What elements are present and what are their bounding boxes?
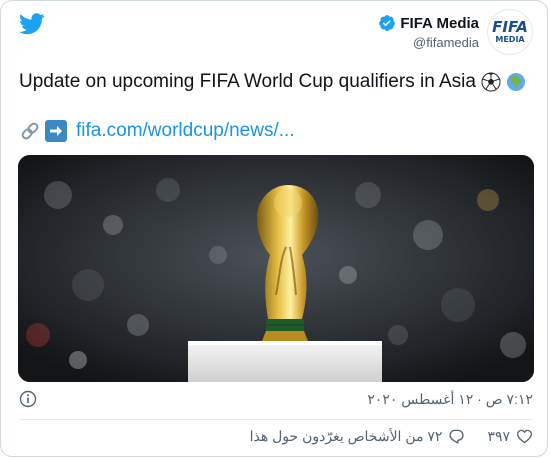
right-arrow-icon <box>45 120 67 142</box>
author-text: FIFA Media @fifamedia <box>378 14 479 50</box>
tweet-timestamp[interactable]: ٧:١٢ ص · ١٢ أغسطس ٢٠٢٠ <box>367 391 533 408</box>
author-handle[interactable]: @fifamedia <box>413 35 479 50</box>
divider <box>19 419 533 420</box>
verified-badge-icon <box>379 15 396 31</box>
twitter-bird-icon[interactable] <box>19 13 45 35</box>
conversation-action[interactable]: ٧٢ من الأشخاص يغرّدون حول هذا <box>250 428 466 445</box>
like-action[interactable]: ٣٩٧ <box>487 428 533 445</box>
heart-icon <box>517 429 532 444</box>
avatar[interactable]: FIFA MEDIA <box>487 9 533 55</box>
info-icon[interactable] <box>19 390 37 408</box>
tweet-author[interactable]: FIFA Media @fifamedia FIFA MEDIA <box>378 9 533 55</box>
tweet-actions: ٧٢ من الأشخاص يغرّدون حول هذا ٣٩٧ <box>250 428 533 445</box>
tweet-body: Update on upcoming FIFA World Cup qualif… <box>19 71 476 92</box>
tweet-meta-row: ٧:١٢ ص · ١٢ أغسطس ٢٠٢٠ <box>19 390 533 408</box>
avatar-logo-top: FIFA <box>492 17 528 36</box>
author-name-row: FIFA Media <box>378 14 479 32</box>
link-icon <box>21 122 39 140</box>
conversation-text[interactable]: ٧٢ من الأشخاص يغرّدون حول هذا <box>250 428 443 445</box>
avatar-logo-bottom: MEDIA <box>495 34 525 44</box>
tweet-link-row: fifa.com/worldcup/news/... <box>19 120 295 142</box>
author-name[interactable]: FIFA Media <box>400 15 479 32</box>
tweet-card[interactable]: FIFA Media @fifamedia FIFA MEDIA Update … <box>0 0 548 457</box>
tweet-link[interactable]: fifa.com/worldcup/news/... <box>76 120 295 142</box>
tweet-media-image[interactable] <box>18 155 534 382</box>
tweet-text: Update on upcoming FIFA World Cup qualif… <box>19 71 526 93</box>
world-cup-trophy-photo <box>18 155 534 382</box>
globe-asia-icon <box>506 73 525 91</box>
soccer-ball-icon <box>481 72 501 92</box>
like-count: ٣٩٧ <box>487 428 510 444</box>
reply-bubble-icon <box>449 429 465 444</box>
